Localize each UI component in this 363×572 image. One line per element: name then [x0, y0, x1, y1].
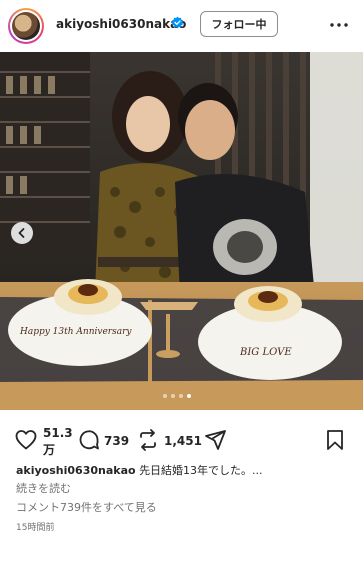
more-options-icon[interactable] [328, 14, 350, 36]
avatar-inner [10, 10, 42, 42]
carousel-indicator [163, 394, 191, 398]
comment-icon[interactable] [77, 428, 101, 452]
action-bar: 51.3 万 739 1,451 [0, 420, 363, 460]
carousel-dot [171, 394, 175, 398]
caption-username[interactable]: akiyoshi0630nakao [16, 464, 136, 477]
carousel-dot [163, 394, 167, 398]
carousel-dot [179, 394, 183, 398]
profile-avatar[interactable] [8, 8, 44, 44]
post-photo[interactable]: Happy 13th Anniversary BIG LOVE [0, 52, 363, 410]
repost-icon[interactable] [136, 428, 160, 452]
reposts-count: 1,451 [164, 434, 202, 448]
header-username[interactable]: akiyoshi0630nakao [56, 17, 186, 31]
carousel-dot-active [187, 394, 191, 398]
avatar-photo [12, 12, 40, 40]
comments-count: 739 [104, 434, 130, 448]
post-timestamp: 15時間前 [16, 523, 55, 533]
post-header: akiyoshi0630nakao フォロー中 [0, 0, 363, 52]
share-icon[interactable] [203, 428, 227, 452]
photo-illustration: Happy 13th Anniversary BIG LOVE [0, 52, 363, 410]
carousel-prev-button[interactable] [11, 222, 33, 244]
following-button[interactable]: フォロー中 [200, 11, 278, 37]
read-more-link[interactable]: 続きを読む [16, 480, 71, 496]
chevron-left-icon [18, 228, 25, 238]
caption-text: 先日結婚13年でした。... [139, 464, 263, 477]
caption: akiyoshi0630nakao 先日結婚13年でした。... [16, 462, 263, 478]
bookmark-icon[interactable] [323, 428, 347, 452]
view-all-comments-link[interactable]: コメント739件をすべて見る [16, 499, 157, 515]
plate-right-text: BIG LOVE [239, 347, 292, 358]
likes-count: 51.3 [43, 426, 73, 440]
heart-icon[interactable] [14, 428, 38, 452]
plate-left-text: Happy 13th Anniversary [19, 327, 132, 337]
verified-badge-icon [171, 16, 184, 29]
likes-unit: 万 [43, 443, 56, 457]
